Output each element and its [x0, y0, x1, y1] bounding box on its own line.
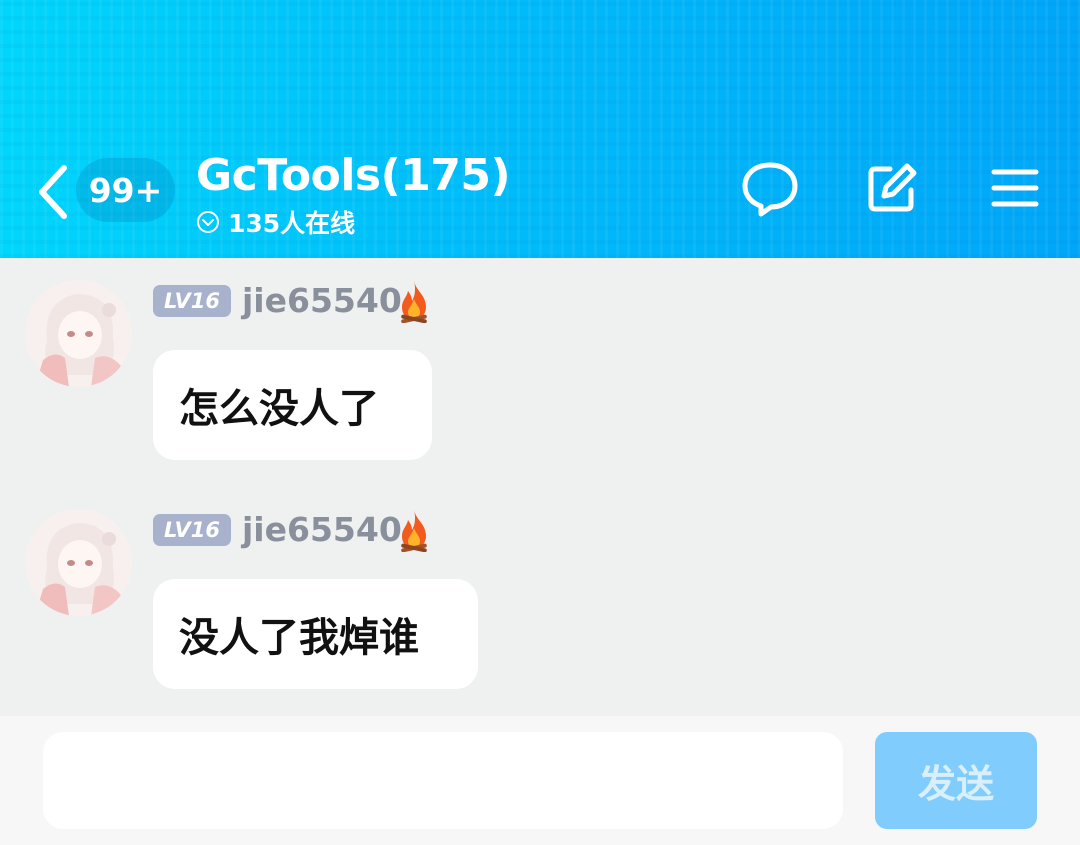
message-bubble[interactable]: 怎么没人了	[153, 350, 432, 460]
chevron-left-icon	[39, 165, 67, 219]
chevron-down-circle-icon	[196, 210, 220, 234]
avatar-image	[25, 280, 132, 387]
fire-icon	[401, 510, 427, 552]
menu-icon	[991, 169, 1039, 207]
message-list[interactable]: LV16 jie65540 怎么没人了 LV16 jie65540 没人了我焯谁	[0, 258, 1080, 716]
menu-button[interactable]	[985, 158, 1045, 218]
send-button[interactable]: 发送	[875, 732, 1037, 829]
level-badge: LV16	[153, 514, 231, 546]
online-count-text: 135人在线	[228, 209, 356, 238]
back-button[interactable]	[30, 160, 74, 224]
message-bubble[interactable]: 没人了我焯谁	[153, 579, 478, 689]
chat-screen: 99+ GcTools(175) 135人在线 LV16 jie65540 怎么…	[0, 0, 1080, 845]
chat-bubble-button[interactable]	[740, 158, 800, 218]
online-status[interactable]: 135人在线	[196, 205, 355, 239]
unread-count-badge[interactable]: 99+	[76, 158, 175, 222]
edit-button[interactable]	[861, 158, 921, 218]
message-input[interactable]	[43, 732, 843, 829]
edit-icon	[868, 163, 917, 212]
avatar[interactable]	[25, 280, 132, 387]
level-badge: LV16	[153, 285, 231, 317]
chat-header: 99+ GcTools(175) 135人在线	[0, 0, 1080, 258]
header-background-texture	[0, 0, 1080, 258]
chat-bubble-icon	[742, 162, 798, 217]
fire-icon	[401, 281, 427, 323]
username[interactable]: jie65540	[242, 510, 402, 549]
username[interactable]: jie65540	[242, 281, 402, 320]
avatar-image	[25, 509, 132, 616]
message-input-bar: 发送	[0, 716, 1080, 845]
avatar[interactable]	[25, 509, 132, 616]
group-title[interactable]: GcTools(175)	[196, 150, 511, 201]
